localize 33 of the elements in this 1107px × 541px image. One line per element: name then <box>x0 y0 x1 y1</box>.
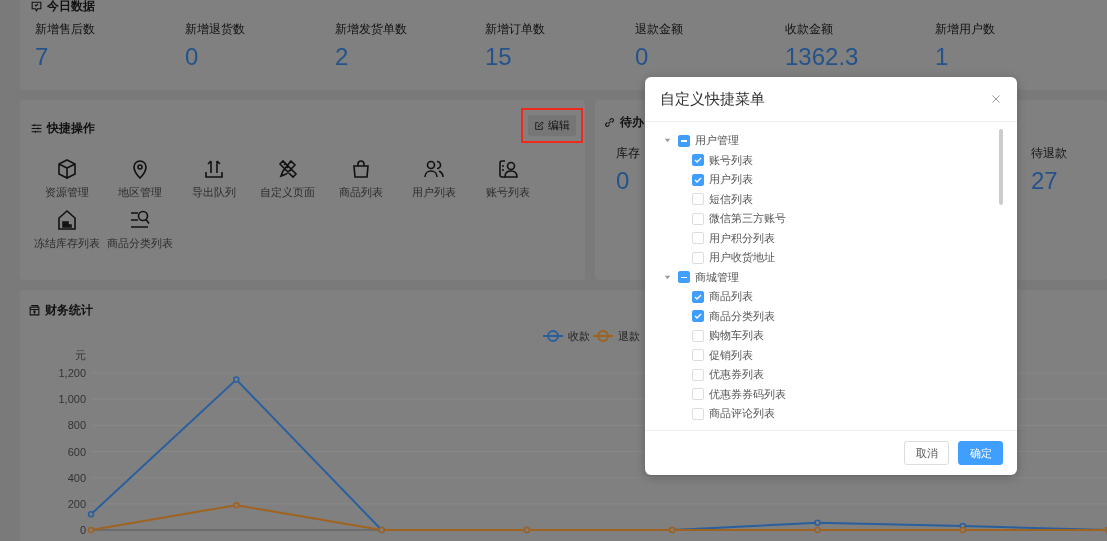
stat-value: 2 <box>335 43 350 71</box>
card-title: 财务统计 <box>45 302 93 319</box>
stat-value: 0 <box>635 43 650 71</box>
stat-value: 27 <box>1031 167 1059 195</box>
axis-unit: 元 <box>75 349 86 361</box>
stat-label: 新增退货数 <box>185 21 246 38</box>
stat-label: 新增售后数 <box>35 21 96 38</box>
legend-label: 退款 <box>618 330 640 342</box>
tick-label: 800 <box>67 419 86 432</box>
card-title: 待办 <box>620 114 644 131</box>
tick-label: 600 <box>67 445 86 458</box>
stat-value: 0 <box>185 43 200 71</box>
card-title: 今日数据 <box>47 0 95 15</box>
stat-label: 退款金额 <box>635 21 684 38</box>
stat-label: 待退款 <box>1031 145 1067 162</box>
stat-value: 0 <box>616 167 631 195</box>
stat-value: 7 <box>35 43 50 71</box>
tick-label: 1,000 <box>58 393 86 406</box>
legend-label: 收款 <box>568 330 590 342</box>
tick-label: 1,200 <box>58 367 86 379</box>
card-title: 快捷操作 <box>47 120 95 137</box>
dialog-title: 自定义快捷菜单 <box>660 89 765 109</box>
tick-label: 400 <box>67 471 86 484</box>
stat-value: 15 <box>485 43 513 71</box>
stat-label: 新增用户数 <box>935 21 996 38</box>
stat-label: 库存 <box>616 145 640 162</box>
tick-label: 0 <box>79 524 86 536</box>
stat-value: 1362.3 <box>785 43 860 71</box>
stat-label: 收款金额 <box>785 21 834 38</box>
tick-label: 200 <box>67 497 86 510</box>
stat-label: 新增订单数 <box>485 21 546 38</box>
stat-label: 新增发货单数 <box>335 21 408 38</box>
stat-value: 1 <box>935 43 950 71</box>
